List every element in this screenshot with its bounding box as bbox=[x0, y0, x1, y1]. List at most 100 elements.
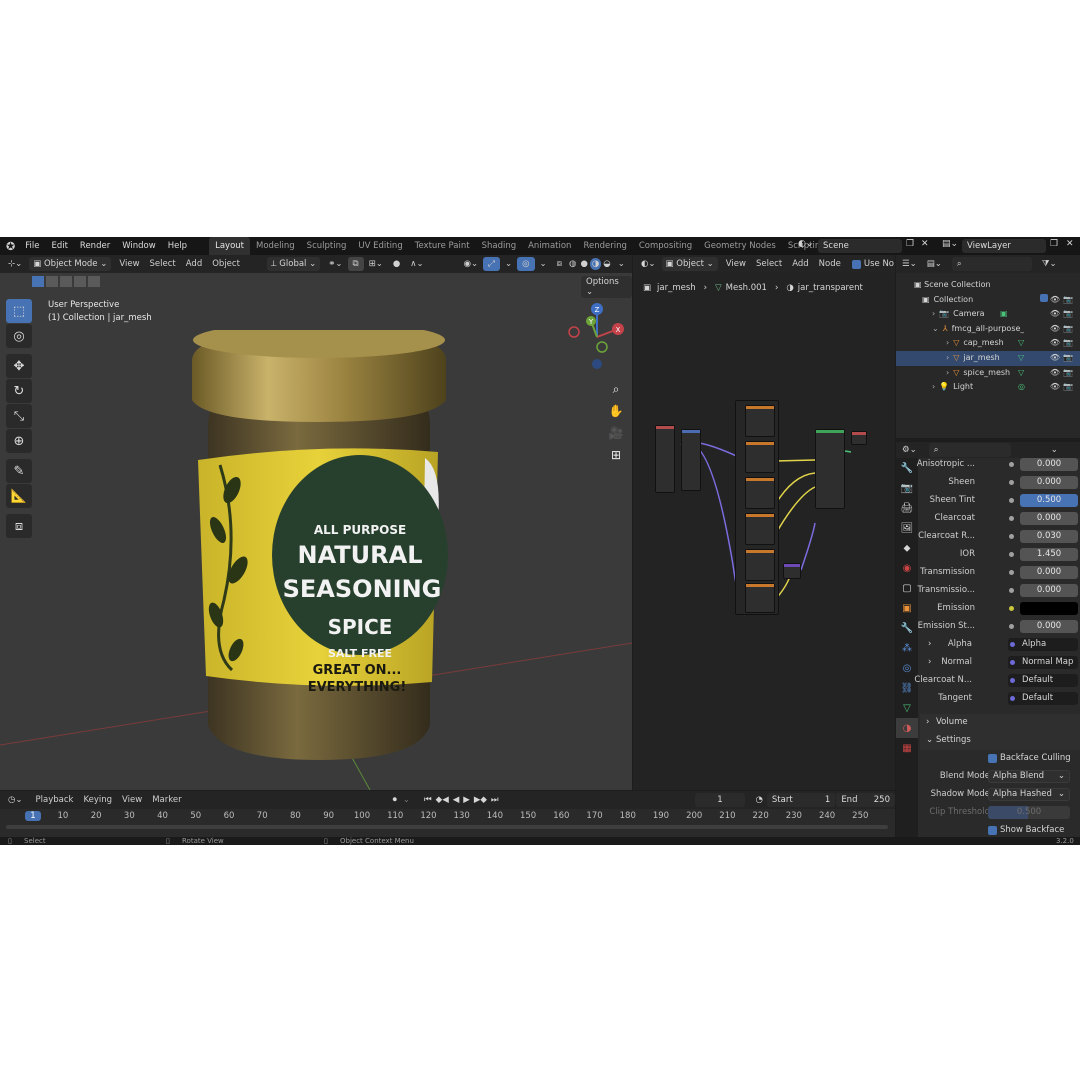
pan-hand-icon[interactable]: ✋ bbox=[606, 401, 626, 421]
socket-dot-icon[interactable] bbox=[1010, 696, 1015, 701]
socket-dot-icon[interactable] bbox=[1009, 516, 1014, 521]
eye-icon[interactable]: 👁 bbox=[1050, 382, 1063, 391]
display-mode-icon[interactable]: ▤⌄ bbox=[927, 259, 942, 269]
workspace-tab-rendering[interactable]: Rendering bbox=[577, 237, 632, 255]
prop-value-field[interactable]: 1.450 bbox=[1020, 548, 1078, 561]
prop-value-field[interactable]: 0.000 bbox=[1020, 584, 1078, 597]
workspace-tab-shading[interactable]: Shading bbox=[476, 237, 523, 255]
socket-link-field[interactable]: Default bbox=[1008, 674, 1078, 687]
blend-mode-dropdown[interactable]: Alpha Blend ⌄ bbox=[988, 770, 1070, 783]
select-box-tool[interactable]: ⬚ bbox=[6, 299, 32, 323]
socket-dot-icon[interactable] bbox=[1009, 534, 1014, 539]
rotate-tool[interactable]: ↻ bbox=[6, 379, 32, 403]
shadow-mode-dropdown[interactable]: Alpha Hashed ⌄ bbox=[988, 788, 1070, 801]
outliner-item-cap-mesh[interactable]: › ▽ cap_mesh ▽ 👁📷 bbox=[896, 336, 1080, 351]
outliner-item-spice-mesh[interactable]: › ▽ spice_mesh ▽ 👁📷 bbox=[896, 366, 1080, 381]
expand-chevron-icon[interactable]: › bbox=[946, 338, 949, 347]
scene-icon[interactable]: ◐⌄ bbox=[798, 239, 813, 249]
scene-copy-icon[interactable]: ❐ bbox=[906, 239, 914, 249]
prop-value-field[interactable]: 0.000 bbox=[1020, 512, 1078, 525]
clip-threshold-field[interactable]: 0.500 bbox=[988, 806, 1070, 819]
emission-color-swatch[interactable] bbox=[1020, 602, 1078, 615]
eye-icon[interactable]: 👁 bbox=[1050, 324, 1063, 333]
socket-dot-icon[interactable] bbox=[1010, 678, 1015, 683]
menu-file[interactable]: File bbox=[19, 237, 45, 255]
node-mapping[interactable] bbox=[681, 429, 701, 491]
camera-icon[interactable]: 📷 bbox=[1063, 324, 1076, 333]
node-image-5[interactable] bbox=[745, 549, 775, 581]
expand-chevron-icon[interactable]: › bbox=[928, 639, 931, 649]
properties-editor[interactable]: ⚙⌄ ⌕ ⌄ 🔧 📷 🖨 🖼 ⬥ ◉ ▢ ▣ 🔧 ⁂ ◎ ⛓ ▽ ◑ ▦ Ani… bbox=[896, 442, 1080, 837]
node-material-output[interactable] bbox=[851, 431, 867, 445]
socket-dot-icon[interactable] bbox=[1009, 498, 1014, 503]
expand-chevron-icon[interactable]: › bbox=[932, 309, 935, 318]
socket-link-field[interactable]: Normal Map bbox=[1008, 656, 1078, 669]
prop-value-field[interactable]: 0.000 bbox=[1020, 620, 1078, 633]
blender-logo-icon[interactable]: ✪ bbox=[0, 240, 19, 253]
camera-icon[interactable]: 📷 bbox=[1063, 338, 1076, 347]
outliner-search[interactable]: ⌕ bbox=[951, 257, 1032, 271]
camera-icon[interactable]: 📷 bbox=[1063, 382, 1076, 391]
workspace-tab-animation[interactable]: Animation bbox=[522, 237, 577, 255]
data-type-icon[interactable]: ▣ bbox=[1000, 307, 1008, 322]
settings-panel[interactable]: ⌄ Settings bbox=[920, 732, 1080, 750]
prop-value-field[interactable]: 0.000 bbox=[1020, 476, 1078, 489]
socket-dot-icon[interactable] bbox=[1010, 660, 1015, 665]
timeline[interactable]: ◷⌄ Playback Keying View Marker ⏺ ⌄ ⏮ ◆◀ ◀ ▶… bbox=[0, 791, 895, 837]
camera-view-icon[interactable]: 🎥 bbox=[606, 423, 626, 443]
outliner-item-jar-mesh[interactable]: › ▽ jar_mesh ▽ 👁📷 bbox=[896, 350, 1080, 366]
outliner-item-fmcg-all-purpose-se[interactable]: ⌄⅄fmcg_all-purpose_se 👁📷 bbox=[896, 322, 1080, 337]
expand-chevron-icon[interactable]: › bbox=[946, 353, 949, 362]
navigation-gizmo[interactable]: Z X Y bbox=[562, 299, 632, 379]
node-image-4[interactable] bbox=[745, 513, 775, 545]
scene-field[interactable]: Scene bbox=[818, 239, 902, 253]
socket-dot-icon[interactable] bbox=[1009, 570, 1014, 575]
expand-chevron-icon[interactable]: › bbox=[932, 382, 935, 391]
socket-dot-icon[interactable] bbox=[1009, 462, 1014, 467]
socket-dot-icon[interactable] bbox=[1009, 552, 1014, 557]
outliner-item-collection[interactable]: ▣ Collection 👁📷 bbox=[896, 293, 1080, 308]
data-type-icon[interactable]: ◎ bbox=[1018, 380, 1025, 395]
outliner[interactable]: ☰⌄ ▤⌄ ⌕ ⧩⌄ ▣ Scene Collection ▣ Collectio… bbox=[896, 255, 1080, 438]
eye-icon[interactable]: 👁 bbox=[1050, 338, 1063, 347]
current-frame-indicator[interactable]: 1 bbox=[25, 811, 41, 821]
menu-render[interactable]: Render bbox=[74, 237, 116, 255]
prop-value-field[interactable]: 0.000 bbox=[1020, 458, 1078, 471]
ortho-grid-icon[interactable]: ⊞ bbox=[606, 445, 626, 465]
data-type-icon[interactable]: ▽ bbox=[1018, 351, 1024, 366]
cursor-tool[interactable]: ◎ bbox=[6, 324, 32, 348]
workspace-tab-layout[interactable]: Layout bbox=[209, 237, 250, 255]
backface-checkbox[interactable] bbox=[988, 754, 997, 763]
transform-tool[interactable]: ⊕ bbox=[6, 429, 32, 453]
outliner-item-light[interactable]: › 💡 Light ◎ 👁📷 bbox=[896, 380, 1080, 395]
node-texture-coord[interactable] bbox=[655, 425, 675, 493]
properties-search[interactable]: ⌕ bbox=[928, 443, 1011, 457]
exclude-checkbox[interactable] bbox=[1039, 293, 1048, 302]
socket-dot-icon[interactable] bbox=[1010, 642, 1015, 647]
socket-dot-icon[interactable] bbox=[1009, 624, 1014, 629]
material-tab-icon[interactable]: ◑ bbox=[896, 718, 918, 738]
socket-link-field[interactable]: Alpha bbox=[1008, 638, 1078, 651]
expand-chevron-icon[interactable]: › bbox=[946, 368, 949, 377]
node-image-2[interactable] bbox=[745, 441, 775, 473]
socket-dot-icon[interactable] bbox=[1009, 480, 1014, 485]
menu-help[interactable]: Help bbox=[162, 237, 193, 255]
workspace-tab-compositing[interactable]: Compositing bbox=[633, 237, 698, 255]
menu-edit[interactable]: Edit bbox=[45, 237, 73, 255]
eye-icon[interactable]: 👁 bbox=[1050, 368, 1063, 377]
eye-icon[interactable]: 👁 bbox=[1050, 309, 1063, 318]
viewlayer-copy-icon[interactable]: ❐ bbox=[1050, 239, 1058, 249]
node-image-3[interactable] bbox=[745, 477, 775, 509]
timeline-ruler[interactable]: 1 10 20 30 40 50 60 70 80 90 100 110 120 130 140 150 160… bbox=[0, 791, 895, 837]
filter-icon[interactable]: ⧩⌄ bbox=[1042, 259, 1057, 269]
viewlayer-close-icon[interactable]: ✕ bbox=[1066, 239, 1074, 249]
node-image-6[interactable] bbox=[745, 583, 775, 613]
properties-type-icon[interactable]: ⚙⌄ bbox=[902, 445, 917, 455]
outliner-item-camera[interactable]: › 📷 Camera ▣ 👁📷 bbox=[896, 307, 1080, 322]
camera-icon[interactable]: 📷 bbox=[1063, 368, 1076, 377]
eye-icon[interactable]: 👁 bbox=[1050, 295, 1063, 304]
socket-dot-icon[interactable] bbox=[1009, 588, 1014, 593]
camera-icon[interactable]: 📷 bbox=[1063, 295, 1076, 304]
socket-dot-icon[interactable] bbox=[1009, 606, 1014, 611]
3d-viewport[interactable]: ⊹⌄ ▣ Object Mode ⌄ View Select Add Object ⟂… bbox=[0, 255, 632, 790]
